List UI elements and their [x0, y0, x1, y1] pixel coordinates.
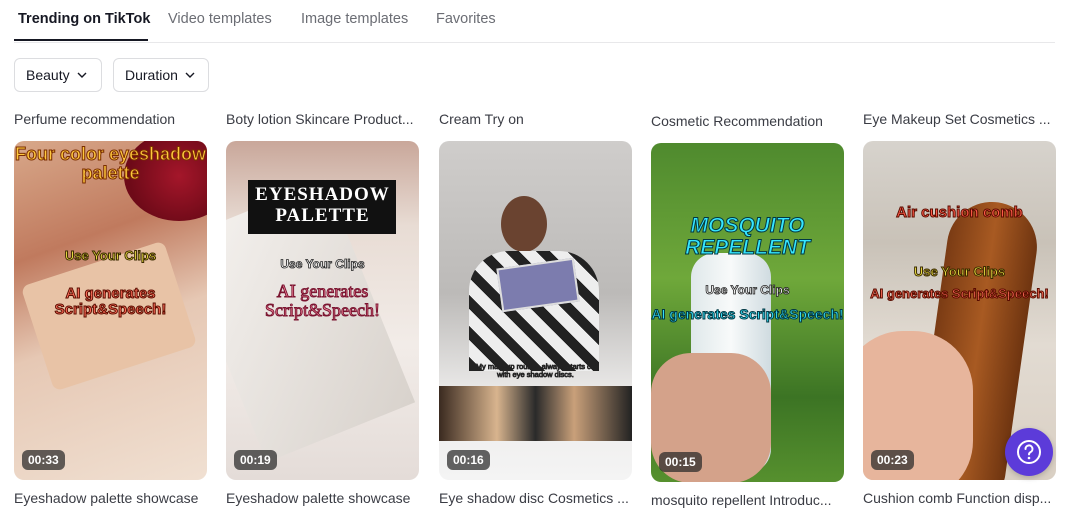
overlay-line1: Use Your Clips — [280, 257, 365, 271]
template-thumbnail[interactable]: MOSQUITO REPELLENT Use Your Clips AI gen… — [651, 143, 844, 482]
chevron-down-icon — [77, 72, 87, 78]
chevron-down-icon — [185, 72, 195, 78]
template-thumbnail[interactable]: Four color eyeshadow palette Use Your Cl… — [14, 141, 207, 480]
overlay-headline: EYESHADOW PALETTE — [255, 184, 390, 226]
overlay-subtitle: My makeup routine always starts off with… — [475, 362, 596, 379]
duration-filter-label: Duration — [125, 67, 178, 83]
beauty-filter-label: Beauty — [26, 67, 70, 83]
duration-badge: 00:23 — [871, 450, 914, 470]
card-caption: Cushion comb Function disp... — [863, 490, 1052, 506]
beauty-filter-dropdown[interactable]: Beauty — [14, 58, 102, 92]
overlay-line1: Use Your Clips — [913, 264, 1006, 279]
overlay-line2: AI generates Script&Speech! — [54, 285, 167, 318]
tab-image-templates[interactable]: Image templates — [301, 11, 408, 27]
overlay-line2: AI generates Script&Speech! — [651, 306, 844, 322]
overlay-line1: Use Your Clips — [705, 283, 790, 297]
card-title: Perfume recommendation — [14, 111, 176, 127]
overlay-headline: MOSQUITO REPELLENT — [685, 214, 811, 260]
card-caption: Eye shadow disc Cosmetics ... — [439, 490, 629, 506]
duration-badge: 00:33 — [22, 450, 65, 470]
duration-filter-dropdown[interactable]: Duration — [113, 58, 209, 92]
overlay-headline: Four color eyeshadow palette — [14, 144, 207, 183]
card-caption: Eyeshadow palette showcase — [226, 490, 411, 506]
template-thumbnail[interactable]: My makeup routine always starts off with… — [439, 141, 632, 480]
overlay-line2: AI generates Script&Speech! — [265, 281, 381, 320]
active-tab-indicator — [14, 39, 148, 41]
duration-badge: 00:15 — [659, 452, 702, 472]
card-title: Eye Makeup Set Cosmetics ... — [863, 111, 1051, 127]
help-button[interactable] — [1005, 428, 1053, 476]
question-mark-icon — [1017, 440, 1041, 464]
card-title: Boty lotion Skincare Product... — [226, 111, 414, 127]
makeup-products — [439, 386, 632, 441]
tab-trending-on-tiktok[interactable]: Trending on TikTok — [18, 11, 150, 27]
card-caption: Eyeshadow palette showcase — [14, 490, 199, 506]
overlay-line1: Use Your Clips — [64, 248, 157, 263]
duration-badge: 00:16 — [447, 450, 490, 470]
duration-badge: 00:19 — [234, 450, 277, 470]
tab-favorites[interactable]: Favorites — [436, 11, 496, 27]
overlay-headline: Air cushion comb — [896, 204, 1024, 221]
tab-bar: Trending on TikTok Video templates Image… — [14, 0, 1055, 43]
overlay-line2: AI generates Script&Speech! — [870, 286, 1049, 301]
card-title: Cosmetic Recommendation — [651, 113, 823, 129]
card-caption: mosquito repellent Introduc... — [651, 492, 832, 508]
template-thumbnail[interactable]: EYESHADOW PALETTE Use Your Clips AI gene… — [226, 141, 419, 480]
card-title: Cream Try on — [439, 111, 524, 127]
person-head — [501, 196, 547, 252]
tab-video-templates[interactable]: Video templates — [168, 11, 272, 27]
